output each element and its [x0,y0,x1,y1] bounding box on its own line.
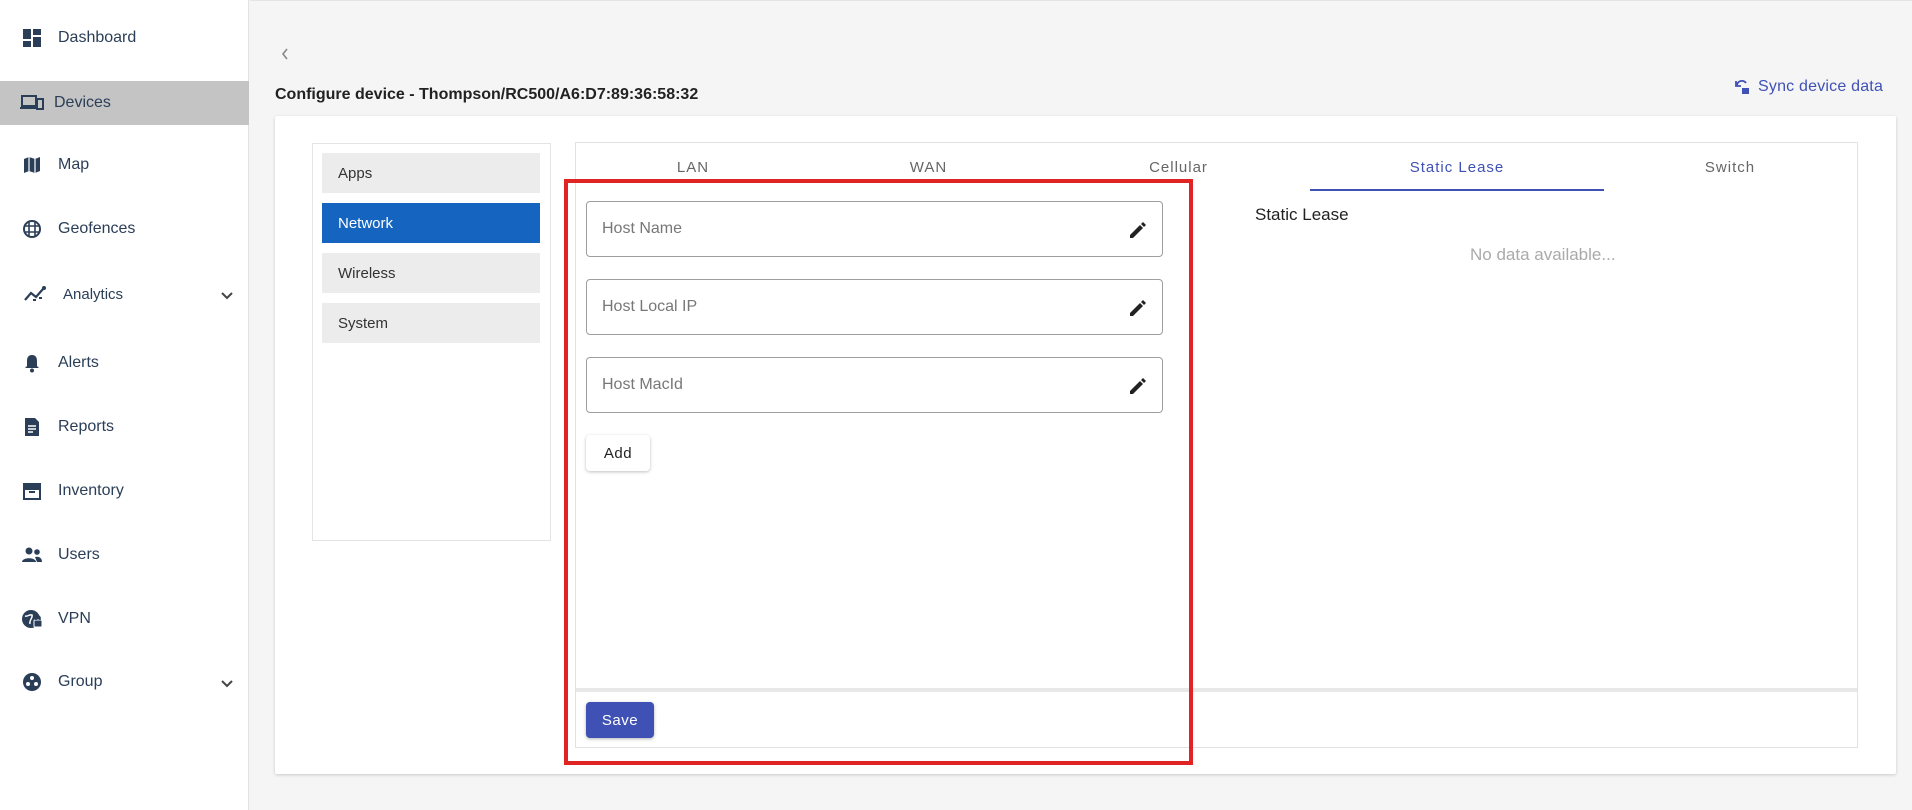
sidebar-item-label: Map [58,156,90,173]
host-name-input[interactable] [602,202,1102,256]
devices-icon [20,91,44,115]
tab-static-lease[interactable]: Static Lease [1310,142,1604,192]
users-icon [20,543,44,567]
sidebar-item-vpn[interactable]: VPN [0,597,249,641]
chevron-left-icon [281,48,288,60]
sidebar-item-dashboard[interactable]: Dashboard [0,16,249,60]
top-divider [250,0,1912,1]
dashboard-icon [20,26,44,50]
sidebar-item-label: Analytics [63,285,124,303]
sidebar-item-label: VPN [58,610,91,627]
sidebar-item-inventory[interactable]: Inventory [0,469,249,513]
tab-wan[interactable]: WAN [810,142,1047,192]
empty-state-text: No data available... [1470,245,1616,264]
sync-device-data-button[interactable]: Sync device data [1734,78,1883,96]
host-local-ip-input[interactable] [602,280,1102,334]
menu-item-apps[interactable]: Apps [322,153,540,193]
sidebar-item-map[interactable]: Map [0,143,249,187]
sync-label: Sync device data [1758,78,1884,95]
sidebar-item-devices[interactable]: Devices [0,81,249,125]
sidebar-item-label: Alerts [58,354,99,371]
back-button[interactable] [276,44,294,64]
footer-divider [576,688,1857,692]
bell-icon [20,351,44,375]
sidebar-item-label: Geofences [58,220,136,237]
host-macid-field[interactable] [586,357,1163,413]
save-button[interactable]: Save [586,702,654,738]
sidebar-item-label: Users [58,546,100,563]
analytics-icon [24,282,48,306]
sidebar-item-label: Dashboard [58,29,137,46]
menu-item-wireless[interactable]: Wireless [322,253,540,293]
host-local-ip-field[interactable] [586,279,1163,335]
vpn-globe-icon [20,607,44,631]
menu-item-system[interactable]: System [322,303,540,343]
active-tab-indicator [1310,189,1604,191]
sidebar-item-alerts[interactable]: Alerts [0,341,249,385]
chevron-down-icon[interactable] [217,674,237,694]
menu-item-network[interactable]: Network [322,203,540,243]
archive-icon [20,479,44,503]
tab-lan[interactable]: LAN [576,142,810,192]
sidebar-item-group[interactable]: Group [0,660,249,704]
pencil-icon[interactable] [1126,218,1150,242]
static-lease-title: Static Lease [1255,205,1349,224]
report-icon [20,415,44,439]
host-macid-input[interactable] [602,358,1102,412]
sidebar-item-analytics[interactable]: Analytics [0,272,249,316]
sidebar-item-label: Reports [58,418,115,435]
add-button[interactable]: Add [586,435,650,471]
page-title: Configure device - Thompson/RC500/A6:D7:… [275,86,699,103]
sidebar-item-geofences[interactable]: Geofences [0,207,249,251]
pencil-icon[interactable] [1126,296,1150,320]
tab-cellular[interactable]: Cellular [1047,142,1310,192]
map-icon [20,153,44,177]
sidebar-item-label: Inventory [58,482,124,499]
sync-icon [1735,80,1749,94]
tab-switch[interactable]: Switch [1604,142,1856,192]
sidebar-item-users[interactable]: Users [0,533,249,577]
pencil-icon[interactable] [1126,374,1150,398]
sidebar-item-reports[interactable]: Reports [0,405,249,449]
group-icon [20,670,44,694]
host-name-field[interactable] [586,201,1163,257]
sidebar: Dashboard Devices Map Geofences Analytic… [0,0,249,810]
grid-globe-icon [20,217,44,241]
chevron-down-icon[interactable] [217,286,237,306]
sidebar-item-label: Group [58,673,103,690]
sidebar-item-label: Devices [54,94,111,111]
